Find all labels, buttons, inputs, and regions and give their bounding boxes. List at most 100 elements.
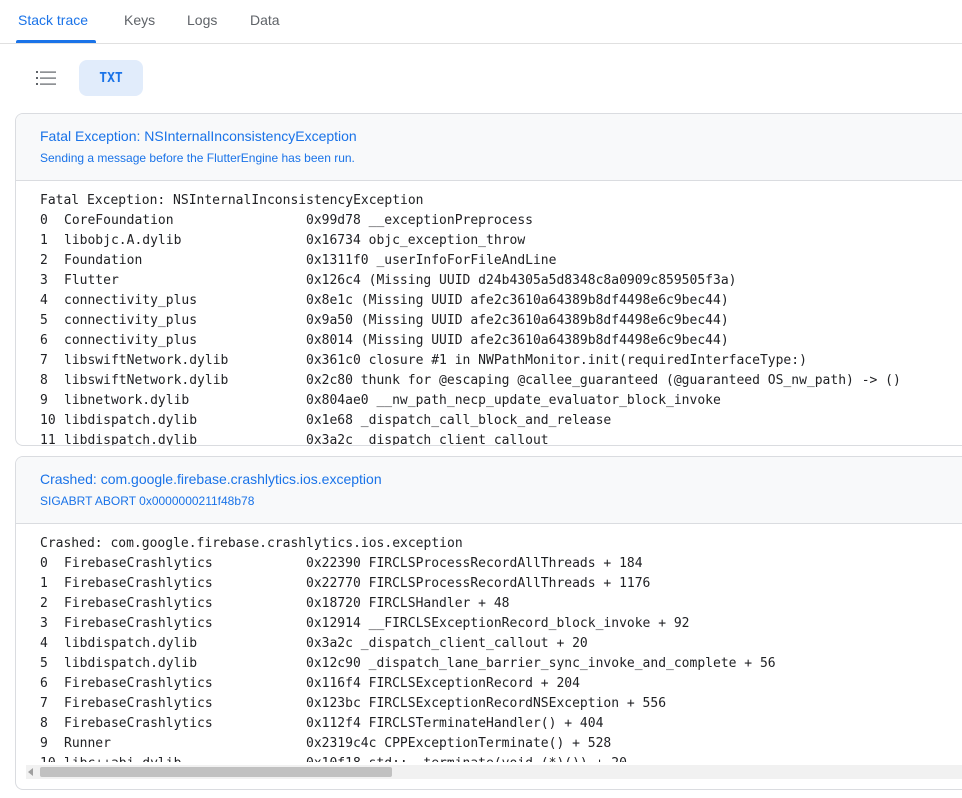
frame-symbol: 0x8014 (Missing UUID afe2c3610a64389b8df…	[306, 333, 729, 348]
stack-frame: 10 libdispatch.dylib 0x1e68 _dispatch_call…	[40, 411, 611, 431]
tab-data[interactable]: Data	[250, 12, 280, 28]
stack-frame: 8 libswiftNetwork.dylib 0x2c80 thunk for @…	[40, 371, 901, 391]
crashed-subtitle: SIGABRT ABORT 0x0000000211f48b78	[40, 494, 255, 508]
stack-frame: 0 FirebaseCrashlytics 0x22390 FIRCLSProces…	[40, 554, 643, 574]
frame-library: libdispatch.dylib	[64, 433, 198, 446]
frame-library: Foundation	[64, 253, 143, 268]
frame-library: FirebaseCrashlytics	[64, 596, 213, 611]
frame-library: libnetwork.dylib	[64, 393, 190, 408]
frame-index: 8	[40, 373, 48, 388]
frame-index: 0	[40, 556, 48, 571]
frame-library: libswiftNetwork.dylib	[64, 353, 229, 368]
frame-symbol: 0x8e1c (Missing UUID afe2c3610a64389b8df…	[306, 293, 729, 308]
frame-library: libc++abi.dylib	[64, 754, 306, 762]
stack-frame: 11 libdispatch.dylib 0x3a2c _dispatch_clie…	[40, 431, 549, 446]
frame-index: 9	[40, 736, 48, 751]
frame-index: 10	[40, 413, 56, 428]
frame-index: 10	[40, 754, 64, 762]
frame-index: 3	[40, 273, 48, 288]
exception-card-header: Fatal Exception: NSInternalInconsistency…	[16, 114, 962, 181]
frame-library: libswiftNetwork.dylib	[64, 373, 229, 388]
frame-library: connectivity_plus	[64, 313, 198, 328]
scroll-left-icon[interactable]	[28, 768, 33, 776]
frame-symbol: 0x2c80 thunk for @escaping @callee_guara…	[306, 373, 901, 388]
frame-symbol: 0x18720 FIRCLSHandler + 48	[306, 596, 510, 611]
stack-frame: 10libc++abi.dylib0x10f18 std::__terminat…	[40, 754, 627, 762]
tab-logs[interactable]: Logs	[187, 12, 217, 28]
frame-index: 1	[40, 576, 48, 591]
txt-view-button[interactable]: TXT	[79, 60, 143, 96]
tab-keys[interactable]: Keys	[124, 12, 155, 28]
frame-index: 8	[40, 716, 48, 731]
frame-symbol: 0x16734 objc_exception_throw	[306, 233, 526, 248]
stack-frame: 2 FirebaseCrashlytics 0x18720 FIRCLSHandle…	[40, 594, 510, 614]
frame-library: FirebaseCrashlytics	[64, 556, 213, 571]
frame-index: 4	[40, 636, 48, 651]
frame-index: 1	[40, 233, 48, 248]
stack-trace-text: Crashed: com.google.firebase.crashlytics…	[16, 524, 962, 762]
frame-symbol: 0x1311f0 _userInfoForFileAndLine	[306, 253, 557, 268]
exception-title: Fatal Exception: NSInternalInconsistency…	[40, 128, 357, 144]
frame-index: 4	[40, 293, 48, 308]
frame-symbol: 0x1e68 _dispatch_call_block_and_release	[306, 413, 612, 428]
stack-frame: 3 FirebaseCrashlytics 0x12914 __FIRCLSExce…	[40, 614, 690, 634]
exception-subtitle: Sending a message before the FlutterEngi…	[40, 151, 355, 165]
stack-frame: 9 Runner 0x2319c4c CPPExceptionTerminate()…	[40, 734, 611, 754]
frame-symbol: 0x123bc FIRCLSExceptionRecordNSException…	[306, 696, 667, 711]
frame-library: libdispatch.dylib	[64, 413, 198, 428]
frame-symbol: 0x12c90 _dispatch_lane_barrier_sync_invo…	[306, 656, 776, 671]
stack-frame: 0 CoreFoundation 0x99d78 __exceptionPrepro…	[40, 211, 533, 231]
frame-library: Runner	[64, 736, 111, 751]
frame-symbol: 0x804ae0 __nw_path_necp_update_evaluator…	[306, 393, 721, 408]
crashed-title: Crashed: com.google.firebase.crashlytics…	[40, 471, 382, 487]
frame-symbol: 0x361c0 closure #1 in NWPathMonitor.init…	[306, 353, 807, 368]
frame-library: FirebaseCrashlytics	[64, 616, 213, 631]
frame-library: CoreFoundation	[64, 213, 174, 228]
frame-index: 6	[40, 676, 48, 691]
scrollbar-thumb[interactable]	[40, 767, 392, 777]
frame-symbol: 0x3a2c _dispatch_client_callout	[306, 433, 549, 446]
frame-library: connectivity_plus	[64, 333, 198, 348]
horizontal-scrollbar[interactable]	[26, 765, 962, 779]
frame-library: FirebaseCrashlytics	[64, 696, 213, 711]
active-tab-indicator	[16, 40, 96, 43]
frame-symbol: 0x126c4 (Missing UUID d24b4305a5d8348c8a…	[306, 273, 737, 288]
tab-stack-trace[interactable]: Stack trace	[18, 12, 88, 28]
frame-index: 0	[40, 213, 48, 228]
frame-symbol: 0x12914 __FIRCLSExceptionRecord_block_in…	[306, 616, 690, 631]
frame-library: libdispatch.dylib	[64, 636, 198, 651]
frame-symbol: 0x99d78 __exceptionPreprocess	[306, 213, 533, 228]
stack-frame: 6 connectivity_plus 0x8014 (Missing UUID a…	[40, 331, 729, 351]
frame-symbol: 0x2319c4c CPPExceptionTerminate() + 528	[306, 736, 612, 751]
trace-first-line: Crashed: com.google.firebase.crashlytics…	[40, 536, 463, 551]
stack-frame: 6 FirebaseCrashlytics 0x116f4 FIRCLSExcept…	[40, 674, 580, 694]
stack-frame: 8 FirebaseCrashlytics 0x112f4 FIRCLSTermin…	[40, 714, 603, 734]
frame-index: 2	[40, 596, 48, 611]
frame-symbol: 0x116f4 FIRCLSExceptionRecord + 204	[306, 676, 580, 691]
exception-card: Fatal Exception: NSInternalInconsistency…	[15, 113, 962, 446]
frame-index: 5	[40, 313, 48, 328]
frame-index: 5	[40, 656, 48, 671]
frame-index: 7	[40, 353, 48, 368]
list-icon	[36, 71, 56, 85]
frame-index: 3	[40, 616, 48, 631]
stack-frame: 7 libswiftNetwork.dylib 0x361c0 closure #1…	[40, 351, 807, 371]
stack-frame: 5 libdispatch.dylib 0x12c90 _dispatch_lane…	[40, 654, 776, 674]
stack-frame: 4 libdispatch.dylib 0x3a2c _dispatch_clien…	[40, 634, 588, 654]
stack-frame: 2 Foundation 0x1311f0 _userInfoForFileAndL…	[40, 251, 556, 271]
stack-frame: 1 FirebaseCrashlytics 0x22770 FIRCLSProces…	[40, 574, 650, 594]
frame-index: 2	[40, 253, 48, 268]
frame-symbol: 0x9a50 (Missing UUID afe2c3610a64389b8df…	[306, 313, 729, 328]
frame-index: 7	[40, 696, 48, 711]
crashed-card-header: Crashed: com.google.firebase.crashlytics…	[16, 457, 962, 524]
stack-trace-text: Fatal Exception: NSInternalInconsistency…	[16, 181, 962, 446]
frame-symbol: 0x3a2c _dispatch_client_callout + 20	[306, 636, 588, 651]
stack-frame: 1 libobjc.A.dylib 0x16734 objc_exception_t…	[40, 231, 525, 251]
list-view-button[interactable]	[28, 60, 64, 96]
frame-library: connectivity_plus	[64, 293, 198, 308]
frame-library: FirebaseCrashlytics	[64, 576, 213, 591]
frame-index: 6	[40, 333, 48, 348]
frame-symbol: 0x112f4 FIRCLSTerminateHandler() + 404	[306, 716, 604, 731]
frame-library: FirebaseCrashlytics	[64, 716, 213, 731]
frame-library: Flutter	[64, 273, 119, 288]
